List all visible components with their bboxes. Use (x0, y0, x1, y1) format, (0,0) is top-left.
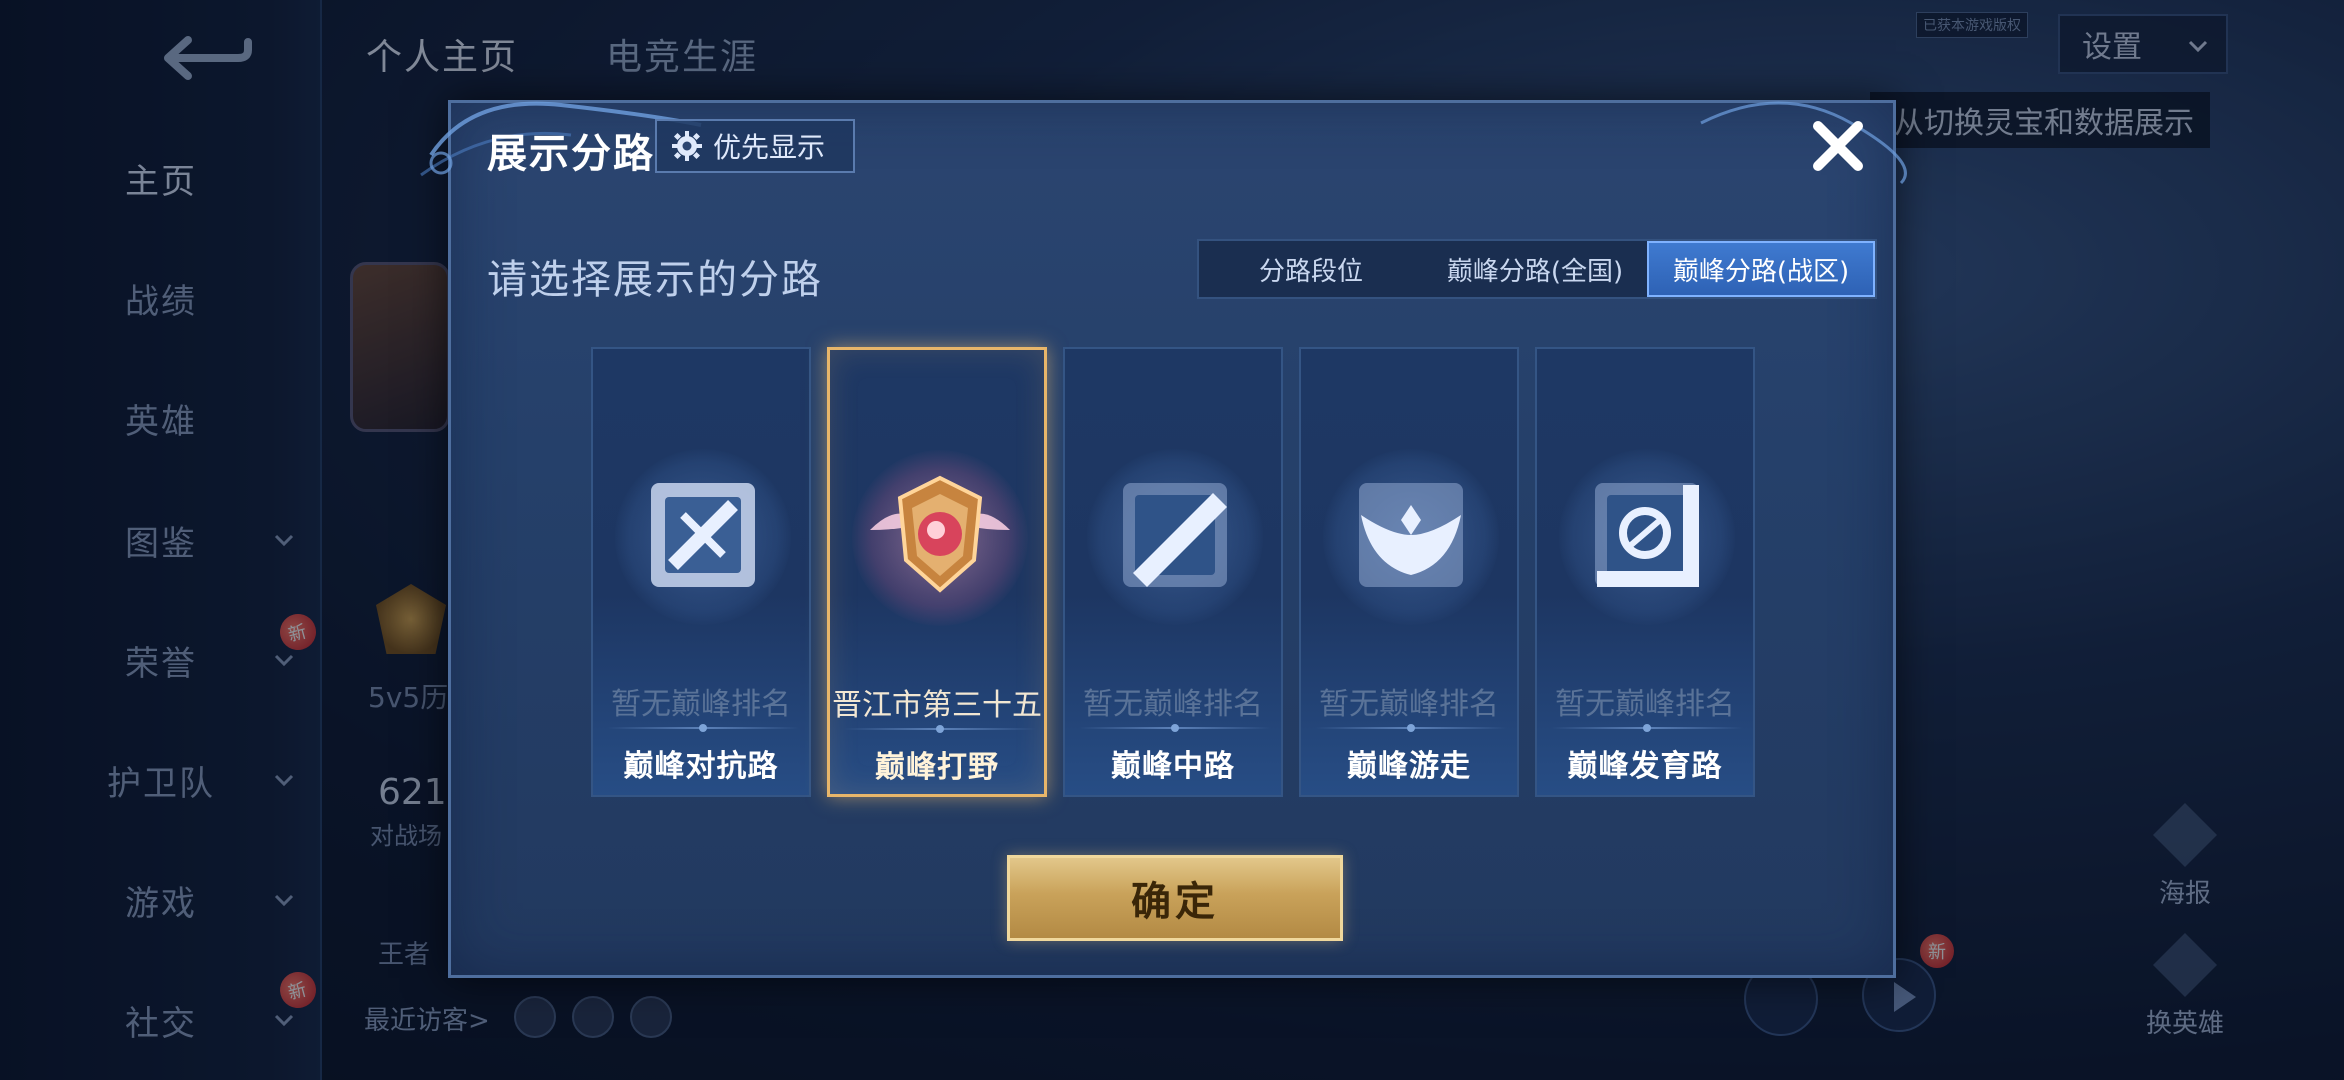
lane-rank-text: 暂无巅峰排名 (611, 687, 791, 722)
lane-name: 巅峰打野 (875, 750, 999, 785)
priority-display-button[interactable]: 优先显示 (655, 119, 855, 173)
lane-card-clash[interactable]: 暂无巅峰排名 巅峰对抗路 (591, 347, 811, 797)
dialog-title: 展示分路 (487, 131, 655, 177)
farm-lane-icon (1595, 483, 1699, 587)
mid-lane-icon (1123, 483, 1227, 587)
card-divider (1315, 724, 1507, 732)
priority-label: 优先显示 (713, 131, 826, 164)
card-divider (607, 724, 799, 732)
lane-rank-text: 暂无巅峰排名 (1555, 687, 1735, 722)
card-divider (1551, 724, 1743, 732)
lane-card-roam[interactable]: 暂无巅峰排名 巅峰游走 (1299, 347, 1519, 797)
lane-rank-text: 暂无巅峰排名 (1319, 687, 1499, 722)
decorative-swirl-icon (1700, 101, 1907, 185)
ranking-type-tabs: 分路段位 巅峰分路(全国) 巅峰分路(战区) (1197, 239, 1877, 299)
card-divider (844, 725, 1036, 733)
lane-name: 巅峰游走 (1347, 749, 1471, 784)
lane-rank-text: 暂无巅峰排名 (1083, 687, 1263, 722)
lane-rank-text: 晋江市第三十五 (832, 688, 1042, 723)
close-button[interactable] (1805, 113, 1871, 179)
card-divider (1079, 724, 1271, 732)
lane-name: 巅峰中路 (1111, 749, 1235, 784)
lane-name: 巅峰对抗路 (623, 749, 779, 784)
lane-name: 巅峰发育路 (1567, 749, 1723, 784)
tab-peak-lane-national[interactable]: 巅峰分路(全国) (1423, 241, 1647, 297)
roam-lane-icon (1359, 483, 1463, 587)
jungle-rank-emblem (870, 475, 1010, 593)
lane-card-jungle[interactable]: 晋江市第三十五 巅峰打野 (827, 347, 1047, 797)
tab-peak-lane-region[interactable]: 巅峰分路(战区) (1647, 241, 1875, 297)
lane-card-farm[interactable]: 暂无巅峰排名 巅峰发育路 (1535, 347, 1755, 797)
clash-lane-icon (651, 483, 755, 587)
lane-display-dialog: 展示分路 优先显示 请选择展示的分路 分路段位 巅峰分路(全国) 巅峰分路(战区… (420, 100, 1907, 978)
lane-card-mid[interactable]: 暂无巅峰排名 巅峰中路 (1063, 347, 1283, 797)
gear-icon (672, 131, 702, 161)
confirm-button[interactable]: 确定 (1007, 855, 1343, 941)
tab-lane-tier[interactable]: 分路段位 (1199, 241, 1423, 297)
close-icon (1813, 121, 1863, 171)
lane-card-list: 暂无巅峰排名 巅峰对抗路 晋江市第三十五 巅峰打野 暂无巅峰排名 巅峰中路 暂无… (591, 347, 1775, 799)
select-lane-prompt: 请选择展示的分路 (487, 257, 823, 303)
